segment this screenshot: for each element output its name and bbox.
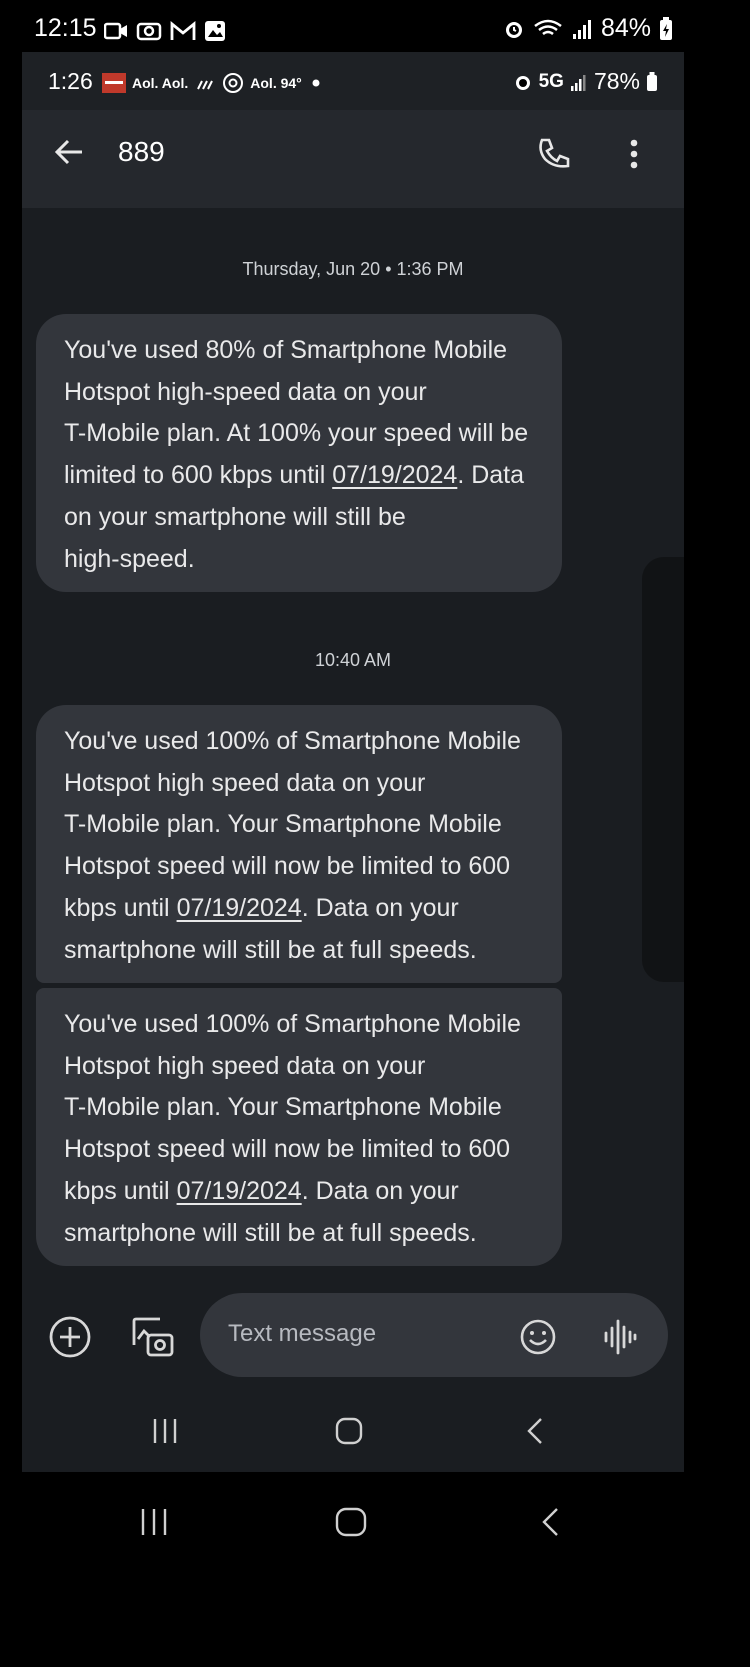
message-line: kbps until 07/19/2024. Data on your bbox=[64, 1176, 459, 1205]
recents-icon[interactable] bbox=[150, 1416, 180, 1446]
news-app-icon bbox=[102, 73, 126, 93]
add-icon[interactable] bbox=[48, 1315, 92, 1359]
camera-icon bbox=[136, 22, 162, 41]
inner-battery-percent: 78% bbox=[593, 68, 640, 94]
message-line: T-Mobile plan. At 100% your speed will b… bbox=[64, 419, 529, 448]
gallery-icon[interactable] bbox=[130, 1315, 176, 1359]
date-link[interactable]: 07/19/2024 bbox=[177, 894, 302, 922]
message-line: Hotspot speed will now be limited to 600 bbox=[64, 1135, 511, 1164]
message-line: You've used 100% of Smartphone Mobile bbox=[64, 1010, 521, 1038]
home-icon[interactable] bbox=[334, 1416, 364, 1446]
message-line: kbps until 07/19/2024. Data on your bbox=[64, 893, 459, 922]
inner-status-right: 5G 78% bbox=[513, 68, 658, 95]
image-icon bbox=[205, 21, 225, 41]
emoji-icon[interactable] bbox=[518, 1317, 558, 1357]
inner-weather-text: Aol. 94° bbox=[250, 75, 302, 91]
message-line: T-Mobile plan. Your Smartphone Mobile bbox=[64, 810, 502, 839]
back-arrow-icon[interactable] bbox=[52, 134, 88, 170]
message-line: high-speed. bbox=[64, 544, 195, 573]
message-line: Hotspot high speed data on your bbox=[64, 768, 426, 797]
message-line: Hotspot high-speed data on your bbox=[64, 377, 427, 406]
back-icon[interactable] bbox=[538, 1506, 562, 1538]
outer-status-time: 12:15 bbox=[34, 14, 97, 42]
weather-rain-icon bbox=[197, 80, 214, 90]
message-line: Hotspot high speed data on your bbox=[64, 1051, 426, 1080]
message-line: limited to 600 kbps until 07/19/2024. Da… bbox=[64, 461, 525, 490]
message-bubble[interactable]: You've used 100% of Smartphone Mobile Ho… bbox=[36, 705, 562, 983]
inner-screen: 1:26 Aol. Aol. Aol. 94° 5G 78% 889 Thurs… bbox=[22, 52, 684, 1472]
message-line: smartphone will still be at full speeds. bbox=[64, 1218, 477, 1247]
back-icon[interactable] bbox=[524, 1416, 546, 1446]
inner-notification-icons: Aol. Aol. Aol. 94° bbox=[102, 72, 324, 94]
conversation-title: 889 bbox=[118, 136, 165, 167]
message-line: T-Mobile plan. Your Smartphone Mobile bbox=[64, 1093, 502, 1122]
voice-icon[interactable] bbox=[602, 1317, 638, 1357]
wifi-icon bbox=[534, 19, 562, 35]
inner-status-time: 1:26 bbox=[48, 68, 93, 94]
inner-battery-icon bbox=[647, 71, 657, 91]
timestamp: 10:40 AM bbox=[314, 650, 392, 670]
outer-status-right: 84% bbox=[503, 14, 673, 43]
gmail-icon bbox=[170, 21, 196, 40]
edge-panel-handle[interactable] bbox=[642, 557, 684, 982]
network-label: 5G bbox=[538, 70, 564, 92]
signal-icon bbox=[572, 19, 591, 39]
message-bubble[interactable]: You've used 80% of Smartphone Mobile Hot… bbox=[36, 314, 562, 592]
message-bubble[interactable]: You've used 100% of Smartphone Mobile Ho… bbox=[36, 988, 562, 1266]
outer-notification-icons bbox=[104, 20, 226, 42]
message-input-placeholder: Text message bbox=[228, 1320, 377, 1347]
message-line: You've used 80% of Smartphone Mobile bbox=[64, 336, 508, 364]
message-line: smartphone will still be at full speeds. bbox=[64, 935, 477, 964]
phone-icon[interactable] bbox=[534, 134, 574, 174]
radar-icon bbox=[223, 73, 244, 93]
home-icon[interactable] bbox=[334, 1506, 368, 1538]
inner-alarm-icon bbox=[515, 75, 530, 90]
message-line: on your smartphone will still be bbox=[64, 502, 406, 531]
date-link[interactable]: 07/19/2024 bbox=[177, 1177, 302, 1205]
date-link[interactable]: 07/19/2024 bbox=[332, 461, 457, 489]
message-line: Hotspot speed will now be limited to 600 bbox=[64, 852, 511, 881]
recents-icon[interactable] bbox=[138, 1506, 170, 1538]
timestamp: Thursday, Jun 20 • 1:36 PM bbox=[242, 259, 464, 279]
more-vert-icon[interactable] bbox=[620, 134, 648, 174]
battery-charging-icon bbox=[660, 16, 672, 40]
inner-aol-text: Aol. Aol. bbox=[132, 75, 189, 91]
alarm-icon bbox=[505, 21, 522, 38]
inner-signal-icon bbox=[570, 74, 586, 91]
message-line: You've used 100% of Smartphone Mobile bbox=[64, 727, 521, 755]
outer-battery-percent: 84% bbox=[600, 14, 651, 42]
video-icon bbox=[104, 22, 127, 40]
dot-icon bbox=[312, 79, 320, 87]
